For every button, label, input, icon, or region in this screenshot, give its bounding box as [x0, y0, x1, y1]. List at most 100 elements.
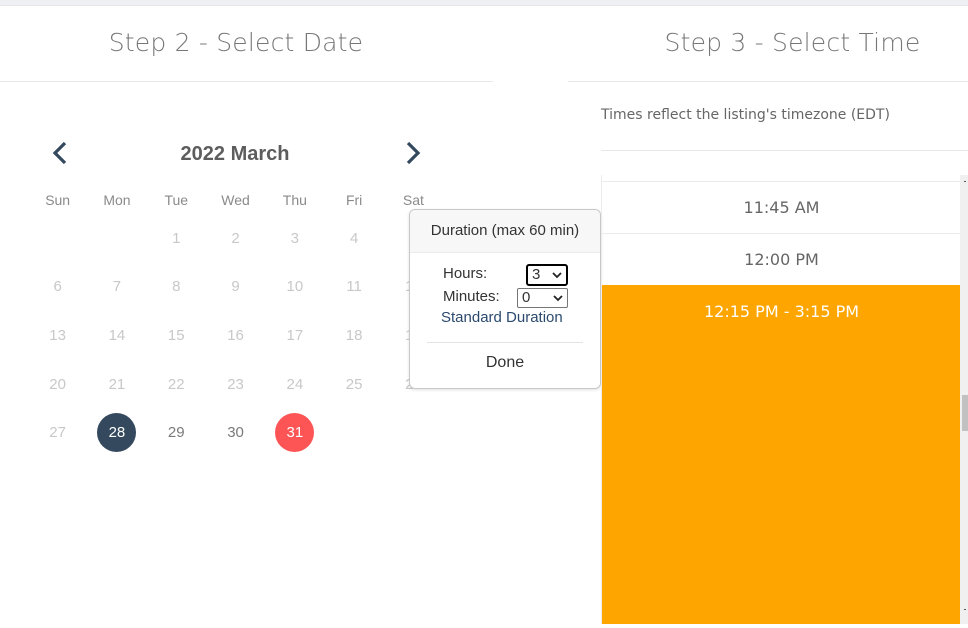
- calendar-day-disabled: 10: [286, 278, 304, 296]
- done-button[interactable]: Done: [410, 354, 600, 372]
- calendar-day-disabled: 22: [167, 375, 185, 393]
- time-list-scrollbar[interactable]: [960, 175, 968, 624]
- weekday-label: Tue: [164, 192, 189, 208]
- calendar-cell: 20: [28, 360, 87, 409]
- hours-value: 3: [532, 266, 541, 283]
- next-month-button[interactable]: [396, 136, 430, 170]
- calendar-cell: 3: [265, 214, 324, 263]
- calendar-day-available[interactable]: 30: [216, 413, 255, 452]
- calendar-cell: 8: [147, 263, 206, 312]
- calendar-cell: 16: [206, 311, 265, 360]
- weekday-label: Sun: [45, 192, 71, 208]
- calendar-cell: 13: [28, 311, 87, 360]
- calendar-cell: 7: [87, 263, 146, 312]
- duration-popup: Duration (max 60 min) Hours: 3 Minutes: …: [409, 209, 601, 389]
- calendar-cell: 23: [206, 360, 265, 409]
- scroll-up-icon[interactable]: [964, 181, 966, 182]
- calendar-day-disabled: 15: [167, 326, 185, 344]
- calendar-day-disabled: 3: [290, 229, 299, 247]
- scroll-down-icon[interactable]: [964, 609, 966, 610]
- calendar-day-disabled: 13: [49, 326, 66, 344]
- calendar-week-row: 20212223242526: [28, 360, 443, 409]
- calendar-day-disabled: 1: [172, 229, 181, 247]
- calendar-day-disabled: 24: [286, 375, 304, 393]
- calendar-cell: 11: [324, 263, 383, 312]
- standard-duration-link[interactable]: Standard Duration: [441, 309, 563, 326]
- calendar-cell: 25: [324, 360, 383, 409]
- duration-popup-body: Hours: 3 Minutes: 0: [410, 253, 600, 343]
- step3-title: Step 3 - Select Time: [664, 28, 921, 57]
- calendar-day-today[interactable]: 31: [275, 413, 315, 453]
- time-slot[interactable]: 12:00 PM: [602, 233, 961, 285]
- calendar-cell: 9: [206, 263, 265, 312]
- weekday-header-row: Sun Mon Tue Wed Thu Fri Sat: [28, 186, 443, 214]
- step2-divider: [0, 81, 493, 82]
- popup-divider: [427, 342, 583, 343]
- time-slot-list: 11:45 AM 12:00 PM 12:15 PM - 3:15 PM: [601, 175, 961, 624]
- calendar-day-disabled: 25: [345, 375, 363, 393]
- calendar-day-disabled: 20: [49, 375, 66, 393]
- duration-popup-title: Duration (max 60 min): [410, 210, 600, 253]
- calendar-day-disabled: 7: [112, 278, 122, 296]
- calendar-day-disabled: 16: [227, 326, 244, 344]
- calendar-cell: 6: [28, 263, 87, 312]
- calendar-week-row: 12345: [28, 214, 443, 263]
- calendar-cell: [324, 408, 383, 457]
- minutes-value: 0: [522, 289, 531, 306]
- hours-select[interactable]: 3: [526, 264, 568, 286]
- calendar-grid: Sun Mon Tue Wed Thu Fri Sat 123456789101…: [28, 186, 443, 457]
- chevron-down-icon: [553, 295, 563, 302]
- timezone-note: Times reflect the listing's timezone (ED…: [601, 107, 890, 123]
- step2-title: Step 2 - Select Date: [108, 28, 364, 57]
- calendar-day-selected[interactable]: 28: [97, 413, 137, 453]
- calendar-week-row: 27 28 29 30 31: [28, 408, 443, 457]
- weekday-label: Mon: [103, 192, 131, 208]
- calendar-day-disabled: 9: [231, 278, 240, 296]
- calendar-cell: 4: [324, 214, 383, 263]
- calendar-week-row: 13141516171819: [28, 311, 443, 360]
- calendar-cell: 24: [265, 360, 324, 409]
- calendar-day-disabled: 18: [345, 326, 363, 344]
- weekday-label: Thu: [282, 192, 307, 208]
- calendar-header: 2022 March: [40, 136, 430, 170]
- calendar-day-disabled: 11: [346, 278, 362, 296]
- time-slot[interactable]: 11:45 AM: [602, 181, 961, 233]
- calendar-day-available[interactable]: 29: [157, 413, 196, 452]
- timezone-divider: [601, 150, 968, 151]
- calendar-day-disabled: 17: [286, 326, 304, 344]
- chevron-down-icon: [552, 272, 562, 279]
- calendar-cell: 22: [147, 360, 206, 409]
- calendar-cell: 28: [87, 408, 146, 457]
- calendar-cell: [87, 214, 146, 263]
- calendar-day-disabled: 4: [349, 229, 359, 247]
- calendar-day-disabled: 23: [227, 375, 244, 393]
- calendar-cell: [28, 214, 87, 263]
- calendar-cell: 30: [206, 408, 265, 457]
- weekday-label: Fri: [345, 192, 363, 208]
- calendar-day-disabled: 8: [172, 278, 181, 296]
- calendar-cell: 14: [87, 311, 146, 360]
- calendar-weeks: 1234567891011121314151617181920212223242…: [28, 214, 443, 457]
- calendar-cell: 2: [206, 214, 265, 263]
- minutes-select[interactable]: 0: [517, 288, 568, 308]
- calendar-cell: [384, 408, 443, 457]
- calendar-day-disabled: 27: [49, 424, 66, 442]
- calendar-day-disabled: 6: [53, 278, 62, 296]
- calendar-day-disabled: 21: [108, 375, 126, 393]
- time-slot-selected[interactable]: 12:15 PM - 3:15 PM: [602, 285, 961, 624]
- scrollbar-thumb[interactable]: [962, 395, 968, 431]
- calendar-week-row: 6789101112: [28, 263, 443, 312]
- calendar-cell: 29: [147, 408, 206, 457]
- calendar-cell: 10: [265, 263, 324, 312]
- calendar-cell: 27: [28, 408, 87, 457]
- calendar-cell: 17: [265, 311, 324, 360]
- calendar-day-disabled: 14: [108, 326, 126, 344]
- calendar-cell: 15: [147, 311, 206, 360]
- calendar-cell: 18: [324, 311, 383, 360]
- calendar-day-disabled: 2: [231, 229, 240, 247]
- calendar-month-label: 2022 March: [180, 143, 290, 165]
- step3-divider: [568, 81, 968, 82]
- calendar-cell: 1: [147, 214, 206, 263]
- calendar-cell: 31: [265, 408, 324, 457]
- top-bar: [0, 0, 968, 6]
